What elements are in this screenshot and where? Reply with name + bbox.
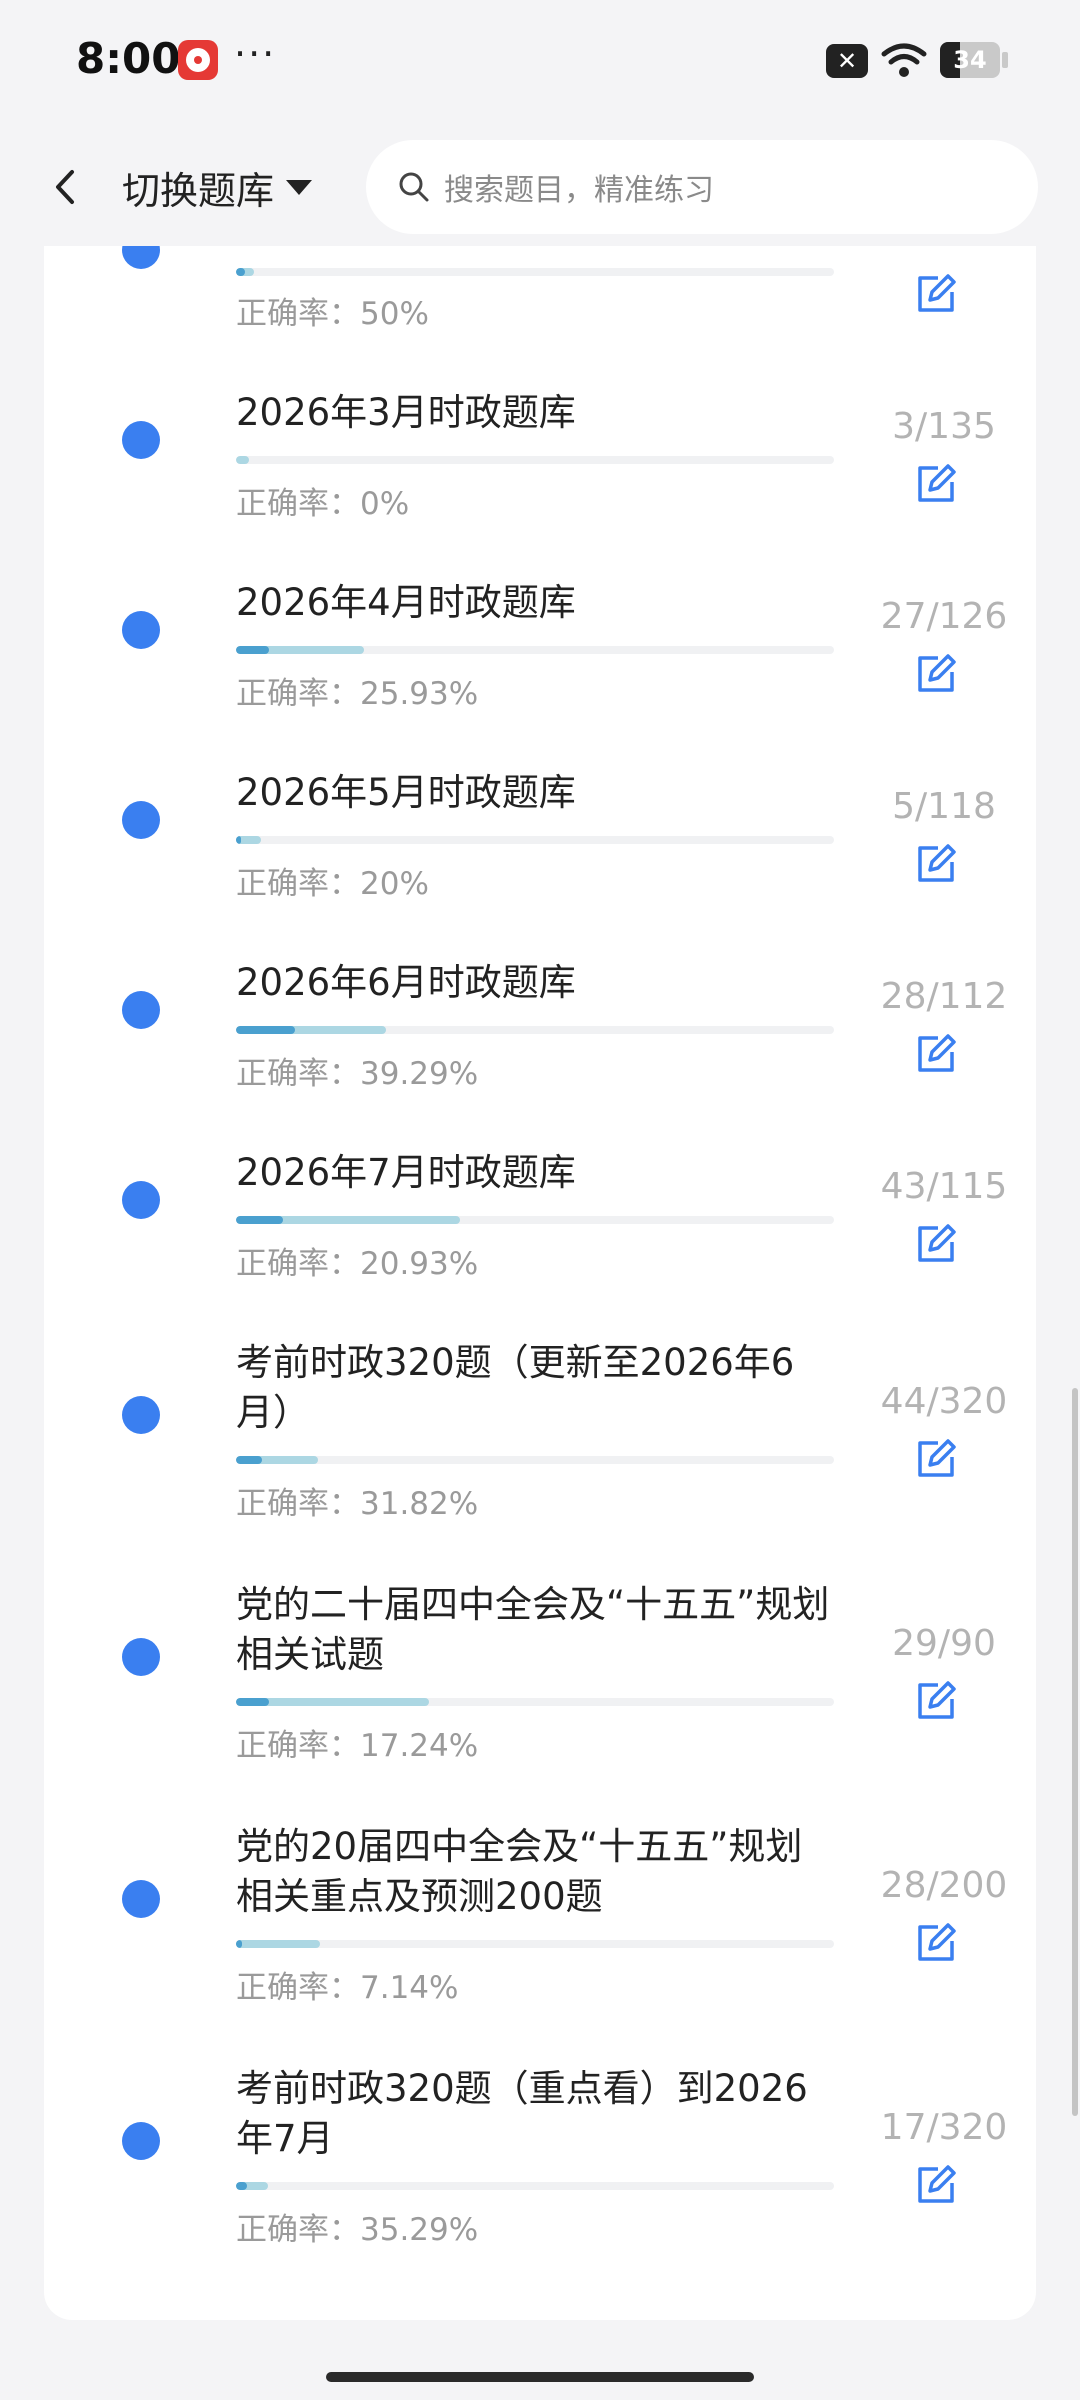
accuracy-text: 正确率：39.29%: [236, 1056, 479, 1092]
status-dot: [122, 1880, 160, 1918]
search-input[interactable]: 搜索题目，精准练习: [366, 140, 1038, 234]
bank-title: 考前时政320题（重点看）到2026年7月: [236, 2067, 808, 2160]
bank-title: 2026年4月时政题库: [236, 581, 576, 624]
status-dot: [122, 1181, 160, 1219]
progress-count: 17/320: [880, 2107, 1008, 2148]
progress-count: 27/126: [880, 596, 1008, 637]
battery-level: 34: [953, 46, 987, 74]
status-dot: [122, 991, 160, 1029]
status-dot: [122, 801, 160, 839]
status-dot: [122, 1396, 160, 1434]
accuracy-text: 正确率：20%: [236, 866, 429, 902]
close-box-icon: ✕: [826, 44, 868, 78]
progress-fill-correct: [236, 646, 269, 654]
status-bar: 8:00 ··· ✕ 34: [0, 0, 1080, 128]
bank-title: 考前时政320题（更新至2026年6月）: [236, 1341, 795, 1434]
edit-icon[interactable]: [914, 842, 958, 886]
caret-down-icon: [286, 179, 313, 195]
progress-fill-correct: [236, 2182, 248, 2190]
edit-icon[interactable]: [914, 1222, 958, 1266]
edit-icon[interactable]: [914, 1679, 958, 1723]
progress-fill-correct: [236, 1940, 242, 1948]
status-dot: [122, 421, 160, 459]
edit-icon[interactable]: [914, 272, 958, 316]
progress-bar: [236, 456, 834, 464]
search-placeholder: 搜索题目，精准练习: [444, 173, 714, 208]
edit-icon[interactable]: [914, 2163, 958, 2207]
bank-title: 2026年3月时政题库: [236, 391, 576, 434]
edit-icon[interactable]: [914, 1921, 958, 1965]
bank-title: 党的20届四中全会及“十五五”规划相关重点及预测200题: [236, 1825, 803, 1918]
progress-bar: [236, 1698, 834, 1706]
switch-bank-dropdown[interactable]: 切换题库: [122, 158, 313, 216]
battery-icon: 34: [940, 42, 1000, 78]
accuracy-text: 正确率：31.82%: [236, 1486, 479, 1522]
progress-bar: [236, 268, 834, 276]
app-icon: [178, 40, 218, 80]
progress-bar: [236, 836, 834, 844]
progress-fill-correct: [236, 1216, 283, 1224]
bank-title: 2026年5月时政题库: [236, 771, 576, 814]
progress-bar: [236, 1456, 834, 1464]
chevron-left-icon[interactable]: [40, 158, 90, 216]
accuracy-text: 正确率：20.93%: [236, 1246, 479, 1282]
progress-bar: [236, 1216, 834, 1224]
bank-title: 党的二十届四中全会及“十五五”规划相关试题: [236, 1583, 830, 1676]
progress-bar: [236, 646, 834, 654]
accuracy-text: 正确率：35.29%: [236, 2212, 479, 2248]
progress-count: 43/115: [880, 1166, 1008, 1207]
switch-bank-label: 切换题库: [122, 168, 275, 213]
edit-icon[interactable]: [914, 1437, 958, 1481]
edit-icon[interactable]: [914, 462, 958, 506]
progress-fill-correct: [236, 1698, 270, 1706]
battery-tip: [1002, 52, 1008, 68]
progress-fill-correct: [236, 268, 245, 276]
bank-title: 2026年6月时政题库: [236, 961, 576, 1004]
edit-icon[interactable]: [914, 1032, 958, 1076]
progress-fill-correct: [236, 1456, 263, 1464]
progress-bar: [236, 1026, 834, 1034]
progress-count: 29/90: [892, 1623, 996, 1664]
home-indicator[interactable]: [326, 2372, 754, 2382]
progress-fill-correct: [236, 1026, 295, 1034]
status-dot: [122, 2122, 160, 2160]
bank-title: 2026年7月时政题库: [236, 1151, 576, 1194]
progress-count: 28/112: [880, 976, 1008, 1017]
progress-bar: [236, 1940, 834, 1948]
progress-count: 3/135: [892, 406, 996, 447]
progress-count: 5/118: [892, 786, 996, 827]
search-icon: [399, 172, 429, 202]
accuracy-text: 正确率：17.24%: [236, 1728, 479, 1764]
progress-fill-done: [236, 1940, 320, 1948]
question-bank-list: 正确率：50% 2026年3月时政题库正确率：0% 3/135 2026年4月时政题库…: [44, 150, 1036, 2320]
progress-fill-done: [236, 456, 250, 464]
progress-fill-correct: [236, 836, 241, 844]
edit-icon[interactable]: [914, 652, 958, 696]
progress-count: 28/200: [880, 1865, 1008, 1906]
progress-count: 44/320: [880, 1381, 1008, 1422]
accuracy-text: 正确率：7.14%: [236, 1970, 459, 2006]
scrollbar[interactable]: [1072, 1388, 1078, 2116]
accuracy-text: 正确率：25.93%: [236, 676, 479, 712]
status-time: 8:00: [76, 34, 181, 83]
accuracy-text: 正确率：0%: [236, 486, 410, 522]
status-dot: [122, 611, 160, 649]
status-dot: [122, 1638, 160, 1676]
progress-bar: [236, 2182, 834, 2190]
wifi-icon: [881, 43, 927, 77]
more-notifications-icon: ···: [234, 32, 277, 76]
top-nav-bar: 切换题库 搜索题目，精准练习: [0, 128, 1080, 246]
accuracy-text: 正确率：50%: [236, 296, 429, 332]
